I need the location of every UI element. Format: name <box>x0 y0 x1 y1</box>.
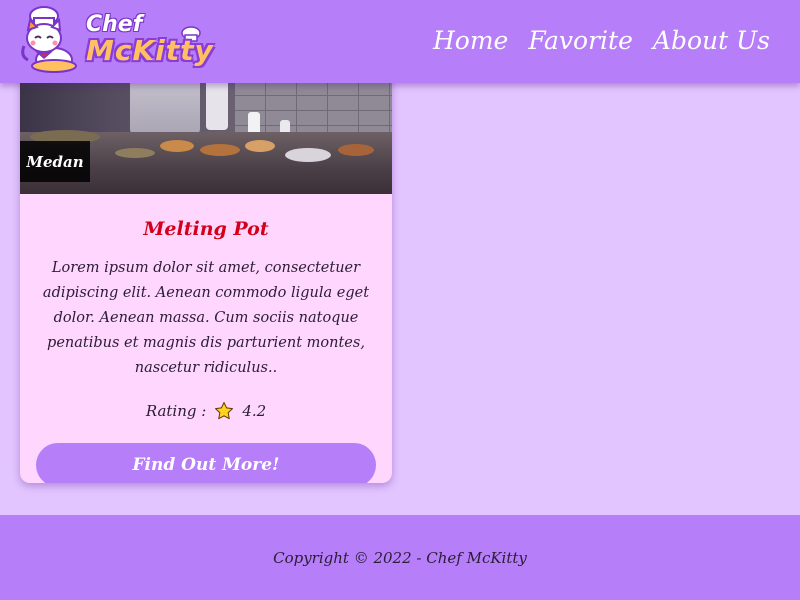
city-tag: Medan <box>20 141 90 182</box>
site-footer: Copyright © 2022 - Chef McKitty <box>0 515 800 600</box>
logo[interactable]: Chef McKitty <box>20 4 220 76</box>
restaurant-card: Medan Melting Pot Lorem ipsum dolor sit … <box>20 40 392 483</box>
restaurant-description: Lorem ipsum dolor sit amet, consectetuer… <box>42 260 370 376</box>
restaurant-title: Melting Pot <box>143 218 269 240</box>
nav-home[interactable]: Home <box>433 26 508 55</box>
rating-value: 4.2 <box>242 402 267 420</box>
main-nav: Home Favorite About Us <box>433 26 770 55</box>
nav-favorite[interactable]: Favorite <box>528 26 633 55</box>
rating: Rating : 4.2 <box>34 401 378 421</box>
site-header: Chef McKitty Home Favorite About Us <box>0 0 800 83</box>
rating-label: Rating : <box>145 402 207 420</box>
star-icon <box>215 402 234 420</box>
card-body: Melting Pot Lorem ipsum dolor sit amet, … <box>20 194 392 483</box>
nav-about-us[interactable]: About Us <box>653 26 770 55</box>
find-out-more-button[interactable]: Find Out More! <box>36 443 376 483</box>
logo-text-mckitty: McKitty <box>86 34 214 67</box>
cat-chef-icon <box>21 6 77 73</box>
copyright-text: Copyright © 2022 - Chef McKitty <box>273 548 527 567</box>
